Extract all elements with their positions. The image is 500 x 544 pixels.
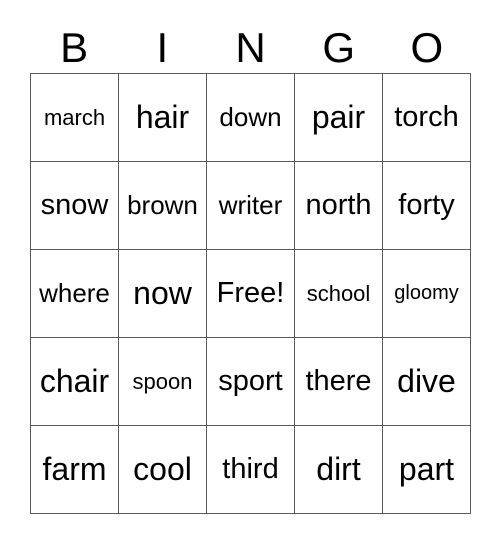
bingo-cell[interactable]: forty <box>383 162 471 250</box>
bingo-cell-label: march <box>43 104 106 130</box>
bingo-cell[interactable]: gloomy <box>383 250 471 338</box>
bingo-grid: march hair down pair torch snow brown writer nor… <box>30 73 471 514</box>
header-letter-n: N <box>235 23 266 71</box>
bingo-cell-label: chair <box>39 362 110 399</box>
bingo-cell[interactable]: cool <box>119 426 207 514</box>
bingo-cell-label: forty <box>398 189 455 222</box>
bingo-header: B I N G O <box>30 22 471 73</box>
bingo-cell[interactable]: torch <box>383 74 471 162</box>
bingo-cell-label: there <box>305 365 372 398</box>
bingo-cell-label: pair <box>311 98 366 135</box>
bingo-cell-label: part <box>398 450 455 487</box>
bingo-cell[interactable]: sport <box>207 338 295 426</box>
header-letter-g: G <box>322 23 356 71</box>
bingo-cell[interactable]: third <box>207 426 295 514</box>
bingo-cell-label: snow <box>40 189 109 222</box>
header-letter-i: I <box>156 23 169 71</box>
bingo-cell-label: dive <box>397 362 456 399</box>
bingo-cell-label: hair <box>135 98 190 135</box>
bingo-cell[interactable]: farm <box>31 426 119 514</box>
bingo-cell-label: where <box>39 277 110 308</box>
bingo-cell-label: now <box>133 274 192 311</box>
bingo-cell[interactable]: chair <box>31 338 119 426</box>
bingo-cell-label: writer <box>218 189 283 220</box>
bingo-cell-label: Free! <box>216 277 285 310</box>
bingo-cell[interactable]: dive <box>383 338 471 426</box>
bingo-cell-label: third <box>222 453 279 486</box>
bingo-card: B I N G O march hair down pair torch snow brow… <box>0 0 500 544</box>
bingo-cell-label: sport <box>218 365 283 398</box>
bingo-cell[interactable]: spoon <box>119 338 207 426</box>
bingo-cell-label: north <box>305 189 372 222</box>
bingo-cell-label: dirt <box>316 450 361 487</box>
bingo-cell-free[interactable]: Free! <box>207 250 295 338</box>
bingo-cell[interactable]: where <box>31 250 119 338</box>
bingo-cell[interactable]: school <box>295 250 383 338</box>
bingo-cell[interactable]: down <box>207 74 295 162</box>
bingo-cell[interactable]: dirt <box>295 426 383 514</box>
bingo-cell-label: cool <box>133 450 192 487</box>
bingo-cell-label: farm <box>42 450 107 487</box>
bingo-cell-label: brown <box>127 189 198 220</box>
header-letter-b: B <box>60 23 89 71</box>
bingo-cell[interactable]: north <box>295 162 383 250</box>
bingo-cell[interactable]: snow <box>31 162 119 250</box>
bingo-cell-label: gloomy <box>394 282 459 304</box>
bingo-cell[interactable]: pair <box>295 74 383 162</box>
bingo-cell[interactable]: now <box>119 250 207 338</box>
bingo-cell-label: down <box>219 101 282 132</box>
bingo-cell[interactable]: brown <box>119 162 207 250</box>
bingo-cell[interactable]: march <box>31 74 119 162</box>
bingo-cell-label: spoon <box>132 368 193 394</box>
bingo-cell[interactable]: hair <box>119 74 207 162</box>
bingo-cell[interactable]: writer <box>207 162 295 250</box>
bingo-cell[interactable]: there <box>295 338 383 426</box>
bingo-cell-label: school <box>306 280 371 306</box>
header-letter-o: O <box>410 23 444 71</box>
bingo-cell-label: torch <box>394 101 459 134</box>
bingo-cell[interactable]: part <box>383 426 471 514</box>
